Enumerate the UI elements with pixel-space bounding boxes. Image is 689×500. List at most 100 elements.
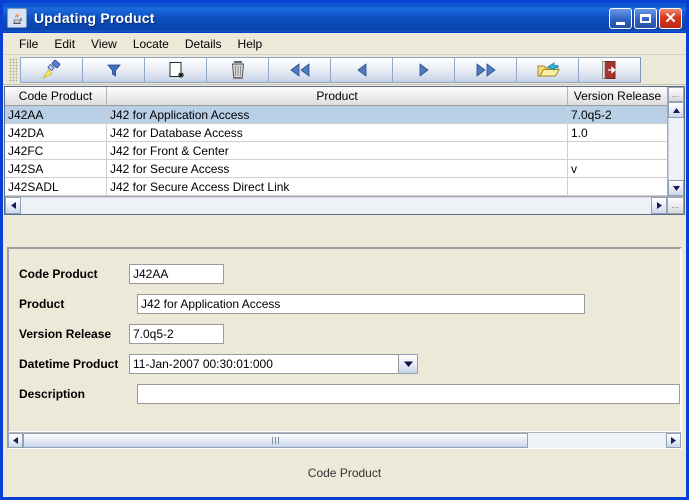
form-scroll-right-arrow-icon[interactable]	[666, 433, 681, 448]
cell-product: J42 for Front & Center	[107, 142, 568, 159]
table-row[interactable]: J42DA J42 for Database Access 1.0	[5, 124, 667, 142]
menu-edit[interactable]: Edit	[46, 35, 83, 53]
cell-version-release: 1.0	[571, 125, 588, 140]
menu-view[interactable]: View	[83, 35, 125, 53]
scroll-thumb-grip-icon	[272, 437, 279, 444]
scroll-left-arrow-icon[interactable]	[5, 197, 21, 214]
input-product[interactable]: J42 for Application Access	[137, 294, 585, 314]
label-code-product: Code Product	[19, 267, 98, 281]
table-horizontal-scrollbar[interactable]: …	[5, 196, 684, 214]
field-row-description: Description	[19, 379, 680, 409]
vertical-scroll-track[interactable]	[668, 118, 684, 180]
form-horizontal-scroll-track[interactable]	[23, 433, 666, 448]
column-header-product[interactable]: Product	[107, 87, 568, 105]
chevron-down-icon	[403, 355, 414, 373]
cell-product: J42 for Secure Access Direct Link	[107, 178, 568, 195]
maximize-button[interactable]	[634, 7, 657, 29]
menu-locate[interactable]: Locate	[125, 35, 177, 53]
label-datetime-product: Datetime Product	[19, 357, 119, 371]
menu-bar: File Edit View Locate Details Help	[3, 33, 686, 55]
filter-funnel-icon	[104, 60, 124, 80]
java-coffee-cup-icon	[7, 8, 27, 28]
table-scroll-viewport: Code Product Product Version Release J42…	[5, 87, 667, 196]
last-record-button[interactable]	[454, 56, 517, 83]
cell-code-product: J42DA	[5, 124, 107, 141]
close-icon: ✕	[664, 9, 677, 27]
delete-button[interactable]	[206, 56, 269, 83]
cell-version-release: 7.0q5-2	[571, 107, 612, 122]
delete-trash-icon	[228, 59, 248, 81]
form-scroll-thumb[interactable]	[23, 433, 528, 448]
field-row-product: Product J42 for Application Access	[19, 289, 680, 319]
scroll-right-arrow-icon[interactable]	[651, 197, 667, 214]
table-rows: J42AA J42 for Application Access 7.0q5-2…	[5, 106, 667, 196]
cell-version-release: v	[571, 161, 577, 176]
cell-code-product: J42AA	[5, 106, 107, 123]
input-version-release[interactable]: 7.0q5-2	[129, 324, 224, 344]
status-bar: Code Product	[3, 449, 686, 497]
window-title: Updating Product	[34, 10, 155, 26]
product-table: Code Product Product Version Release J42…	[4, 86, 685, 215]
next-record-button[interactable]	[392, 56, 455, 83]
column-header-code-product[interactable]: Code Product	[5, 87, 107, 105]
cell-product: J42 for Database Access	[107, 124, 568, 141]
field-row-version-release: Version Release 7.0q5-2	[19, 319, 680, 349]
cell-product: J42 for Secure Access	[107, 160, 568, 177]
toolbar-drag-grip[interactable]	[9, 57, 18, 82]
cell-version-release	[568, 142, 667, 159]
input-description[interactable]	[137, 384, 680, 404]
status-text: Code Product	[307, 466, 382, 480]
table-row[interactable]: J42SADL J42 for Secure Access Direct Lin…	[5, 178, 667, 196]
cell-code-product: J42FC	[5, 142, 107, 159]
datetime-dropdown-button[interactable]	[399, 354, 418, 374]
horizontal-scroll-track[interactable]	[21, 197, 651, 214]
window-controls: ✕	[609, 7, 684, 29]
close-button[interactable]: ✕	[659, 7, 682, 29]
new-record-icon	[165, 59, 187, 81]
table-row[interactable]: J42FC J42 for Front & Center	[5, 142, 667, 160]
menu-file[interactable]: File	[11, 35, 46, 53]
panel-gap	[3, 215, 686, 247]
menu-help[interactable]: Help	[230, 35, 271, 53]
new-record-button[interactable]	[144, 56, 207, 83]
cell-version-release	[568, 178, 667, 195]
menu-details[interactable]: Details	[177, 35, 230, 53]
cell-code-product: J42SADL	[5, 178, 107, 195]
filter-button[interactable]	[82, 56, 145, 83]
scroll-up-arrow-icon[interactable]	[668, 102, 684, 118]
previous-record-button[interactable]	[330, 56, 393, 83]
form-inner-area: Code Product J42AA Product J42 for Appli…	[8, 248, 681, 432]
next-record-icon	[415, 62, 433, 78]
exit-door-icon	[599, 59, 621, 81]
input-code-product[interactable]: J42AA	[129, 264, 224, 284]
minimize-button[interactable]	[609, 7, 632, 29]
scrollbar-corner-button[interactable]: …	[667, 197, 684, 214]
open-button[interactable]	[516, 56, 579, 83]
last-record-icon	[472, 62, 500, 78]
exit-button[interactable]	[578, 56, 641, 83]
first-record-icon	[286, 62, 314, 78]
table-column-options-button[interactable]: …	[668, 87, 684, 102]
field-row-datetime-product: Datetime Product 11-Jan-2007 00:30:01:00…	[19, 349, 680, 379]
product-detail-form: Code Product J42AA Product J42 for Appli…	[7, 247, 682, 449]
input-datetime-product[interactable]: 11-Jan-2007 00:30:01:000	[129, 354, 399, 374]
table-header-row: Code Product Product Version Release	[5, 87, 667, 106]
cell-code-product: J42SA	[5, 160, 107, 177]
toolbar	[3, 55, 686, 85]
previous-record-icon	[353, 62, 371, 78]
search-button[interactable]	[20, 56, 83, 83]
application-window: Updating Product ✕ File Edit View Locate…	[0, 0, 689, 500]
table-vertical-scrollbar[interactable]: …	[667, 87, 684, 196]
form-horizontal-scrollbar[interactable]	[8, 432, 681, 448]
label-product: Product	[19, 297, 65, 311]
column-header-version-release[interactable]: Version Release	[568, 87, 667, 105]
field-row-code-product: Code Product J42AA	[19, 259, 680, 289]
first-record-button[interactable]	[268, 56, 331, 83]
form-scroll-left-arrow-icon[interactable]	[8, 433, 23, 448]
label-description: Description	[19, 387, 86, 401]
label-version-release: Version Release	[19, 327, 112, 341]
cell-product: J42 for Application Access	[107, 106, 568, 123]
scroll-down-arrow-icon[interactable]	[668, 180, 684, 196]
table-row[interactable]: J42AA J42 for Application Access 7.0q5-2	[5, 106, 667, 124]
table-row[interactable]: J42SA J42 for Secure Access v	[5, 160, 667, 178]
